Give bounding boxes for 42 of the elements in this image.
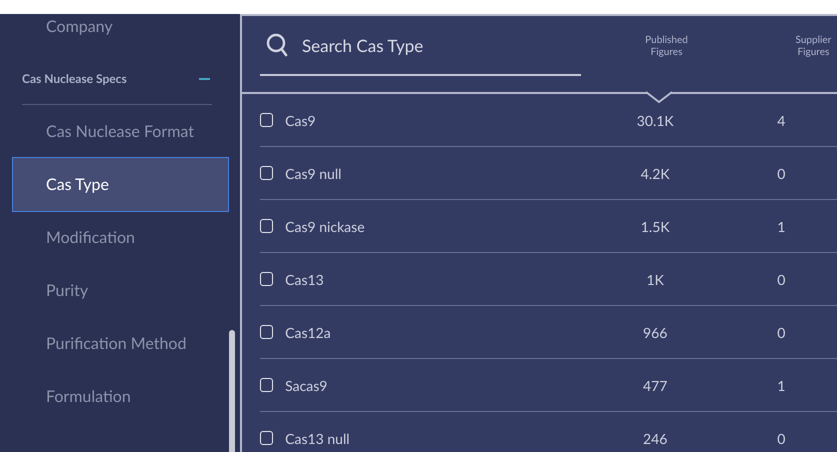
option-label: Cas9 nickase (285, 218, 366, 234)
option-label: Cas12a (285, 324, 332, 340)
supplier-count: 0 (776, 164, 786, 182)
published-count: 4.2K (640, 164, 671, 182)
checkbox[interactable] (260, 166, 274, 180)
checkbox[interactable] (260, 431, 274, 445)
supplier-count: 1 (776, 218, 786, 234)
published-count: 1K (646, 270, 665, 288)
supplier-count: 0 (776, 270, 786, 288)
checkbox[interactable] (260, 272, 274, 286)
supplier-count: 1 (776, 376, 786, 394)
checkbox[interactable] (260, 325, 274, 339)
published-count: 1.5K (640, 218, 671, 234)
sidebar-item[interactable]: Cas Type (13, 158, 228, 211)
option-label: Cas13 (285, 270, 325, 288)
option-label: Sacas9 (285, 376, 328, 394)
column-header[interactable]: Published Figures (638, 16, 695, 76)
section-title: Cas Nuclease Specs (22, 71, 127, 86)
supplier-count: 0 (776, 324, 786, 340)
sidebar-item[interactable]: Purity (0, 264, 228, 317)
option-label: Cas13 null (285, 430, 351, 446)
sidebar-item[interactable]: Purification Method (0, 317, 228, 370)
supplier-count: 4 (776, 112, 786, 128)
checkbox[interactable] (260, 113, 274, 127)
published-count: 30.1K (636, 112, 675, 128)
checkbox[interactable] (260, 378, 274, 392)
option-label: Cas9 null (285, 164, 342, 182)
published-count: 966 (642, 324, 668, 340)
search-icon (266, 33, 288, 57)
supplier-count: 0 (776, 430, 786, 446)
search-field[interactable]: Search Cas Type (302, 34, 562, 56)
scrollbar[interactable] (229, 330, 235, 452)
option-label: Cas9 (285, 112, 317, 128)
column-header[interactable]: Supplier Figures (790, 16, 837, 76)
sidebar-item[interactable]: Modification (0, 211, 228, 264)
sidebar-item[interactable]: Company (0, 14, 228, 53)
sidebar-item[interactable]: Formulation (0, 370, 228, 423)
published-count: 246 (642, 430, 668, 446)
sidebar-item[interactable]: Cas Nuclease Format (0, 105, 228, 158)
published-count: 477 (642, 376, 668, 394)
checkbox[interactable] (260, 219, 274, 233)
section-header[interactable]: Cas Nuclease Specs (22, 53, 212, 105)
